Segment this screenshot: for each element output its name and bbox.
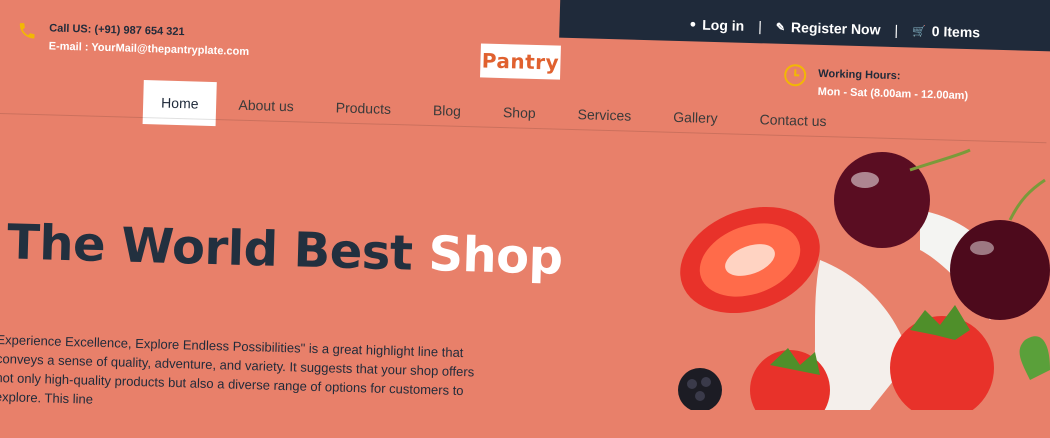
login-link[interactable]: ● Log in [689, 16, 744, 34]
nav-gallery[interactable]: Gallery [673, 109, 718, 126]
register-label: Register Now [790, 19, 881, 38]
separator: | [894, 21, 899, 39]
hero-title: The World Best Shop [6, 214, 563, 285]
hero-description: Experience Excellence, Explore Endless P… [0, 332, 475, 407]
hero-title-main: The World Best [6, 214, 414, 282]
edit-icon: ✎ [775, 21, 786, 34]
user-icon: ● [689, 18, 697, 31]
login-label: Log in [702, 16, 745, 34]
cart-icon: 🛒 [911, 24, 926, 38]
nav-shop[interactable]: Shop [503, 104, 536, 121]
cart-label: 0 Items [931, 23, 981, 41]
cart-link[interactable]: 🛒 0 Items [912, 22, 980, 40]
nav-blog[interactable]: Blog [433, 102, 461, 119]
nav-about[interactable]: About us [238, 97, 294, 115]
fruit-illustration [678, 148, 1050, 410]
pantry-logo[interactable]: Pantry [480, 43, 561, 80]
nav-services[interactable]: Services [577, 106, 631, 123]
clock-icon [783, 63, 807, 87]
hero-title-accent: Shop [427, 226, 564, 286]
nav-products[interactable]: Products [336, 99, 392, 117]
separator: | [757, 18, 763, 35]
phone-icon [19, 23, 35, 39]
nav-contact[interactable]: Contact us [759, 111, 826, 129]
register-link[interactable]: ✎ Register Now [775, 19, 881, 38]
